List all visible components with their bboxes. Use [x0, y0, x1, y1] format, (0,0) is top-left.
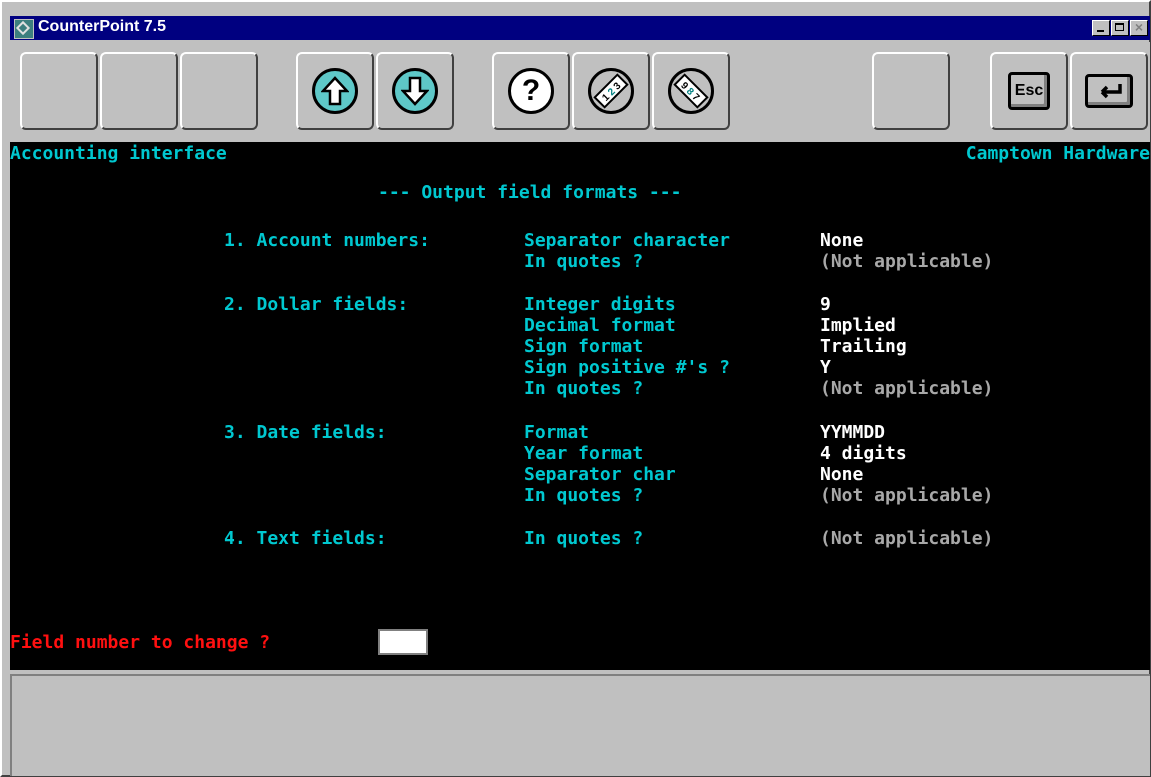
field-number-prompt: Field number to change ? — [10, 632, 271, 653]
section-label-text-fields: 4. Text fields: — [224, 528, 387, 549]
dial-123-icon: 1 2 3 — [588, 68, 634, 114]
header-right: Camptown Hardware — [965, 143, 1150, 164]
esc-key-icon: Esc — [1008, 72, 1050, 110]
escape-button[interactable]: Esc — [990, 52, 1068, 130]
field-name: In quotes ? — [524, 378, 644, 399]
enter-key-icon — [1085, 74, 1133, 108]
field-name: In quotes ? — [524, 528, 644, 549]
blank-button-3[interactable] — [180, 52, 258, 130]
help-button[interactable]: ? — [492, 52, 570, 130]
up-arrow-icon — [312, 68, 358, 114]
header-left: Accounting interface — [10, 143, 227, 164]
down-arrow-button[interactable] — [376, 52, 454, 130]
section-label-date-fields: 3. Date fields: — [224, 422, 387, 443]
field-name: In quotes ? — [524, 485, 644, 506]
close-button[interactable]: × — [1130, 20, 1148, 36]
esc-label: Esc — [1014, 82, 1044, 99]
terminal-screen: Accounting interface Camptown Hardware -… — [10, 142, 1150, 670]
field-value: 9 — [820, 294, 831, 315]
field-name: Separator character — [524, 230, 730, 251]
field-name: Separator char — [524, 464, 676, 485]
screen-title: --- Output field formats --- — [378, 182, 682, 203]
field-value: (Not applicable) — [820, 251, 994, 272]
field-value: (Not applicable) — [820, 528, 994, 549]
field-value: Trailing — [820, 336, 907, 357]
field-value: (Not applicable) — [820, 378, 994, 399]
down-arrow-icon — [392, 68, 438, 114]
title-bar: CounterPoint 7.5 × — [10, 16, 1150, 40]
field-value: 4 digits — [820, 443, 907, 464]
dial-987-button[interactable]: 9 8 7 — [652, 52, 730, 130]
field-value: None — [820, 230, 864, 251]
toolbar: ? 1 2 3 9 8 7 Esc — [10, 42, 1150, 142]
field-value: Y — [820, 357, 831, 378]
field-name: Integer digits — [524, 294, 676, 315]
field-value: (Not applicable) — [820, 485, 994, 506]
dial-123-button[interactable]: 1 2 3 — [572, 52, 650, 130]
field-number-input[interactable] — [378, 629, 428, 655]
field-name: Sign format — [524, 336, 644, 357]
field-name: Year format — [524, 443, 644, 464]
section-label-account-numbers: 1. Account numbers: — [224, 230, 430, 251]
app-window: CounterPoint 7.5 × ? 1 2 3 9 8 7 Esc Acc… — [0, 0, 1151, 777]
blank-button-4[interactable] — [872, 52, 950, 130]
app-icon[interactable] — [14, 19, 34, 39]
field-value: Implied — [820, 315, 896, 336]
field-name: Sign positive #'s ? — [524, 357, 730, 378]
field-name: In quotes ? — [524, 251, 644, 272]
minimize-button[interactable] — [1092, 20, 1110, 36]
blank-button-1[interactable] — [20, 52, 98, 130]
field-value: YYMMDD — [820, 422, 886, 443]
status-panel — [10, 674, 1150, 776]
enter-button[interactable] — [1070, 52, 1148, 130]
question-mark-icon: ? — [508, 68, 554, 114]
field-name: Decimal format — [524, 315, 676, 336]
blank-button-2[interactable] — [100, 52, 178, 130]
field-value: None — [820, 464, 864, 485]
field-name: Format — [524, 422, 590, 443]
up-arrow-button[interactable] — [296, 52, 374, 130]
section-label-dollar-fields: 2. Dollar fields: — [224, 294, 409, 315]
dial-987-icon: 9 8 7 — [668, 68, 714, 114]
maximize-button[interactable] — [1111, 20, 1129, 36]
window-title: CounterPoint 7.5 — [38, 18, 167, 35]
